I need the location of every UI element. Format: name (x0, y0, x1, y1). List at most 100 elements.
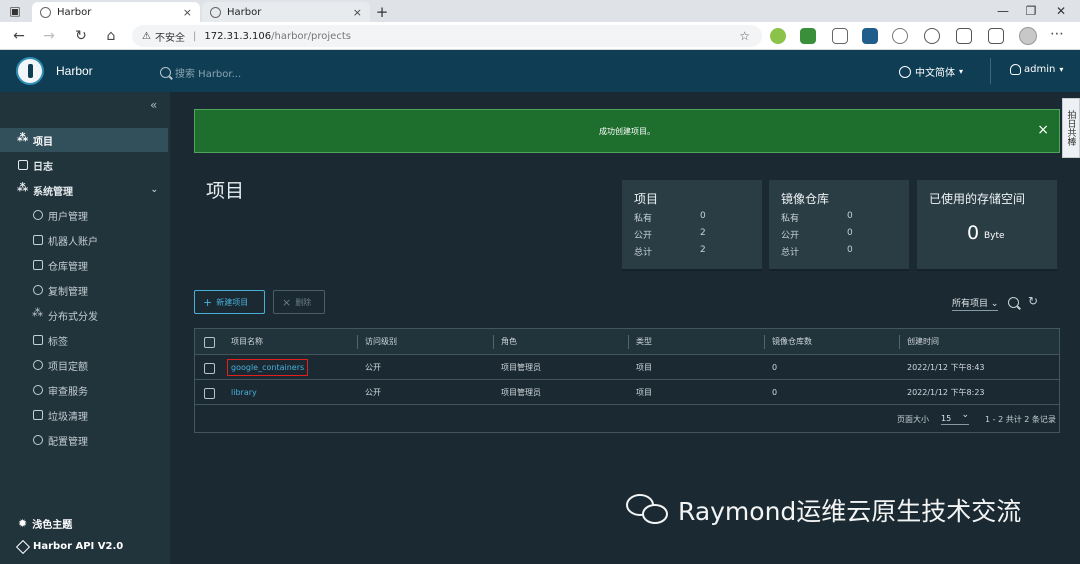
extension-icon[interactable] (862, 28, 878, 44)
logs-icon (18, 160, 28, 170)
new-tab-button[interactable]: + (372, 2, 392, 22)
table-row: google_containers 公开 项目管理员 项目 0 2022/1/1… (195, 355, 1059, 380)
collections-icon[interactable] (988, 28, 1004, 44)
column-header-access[interactable]: 访问级别 (357, 329, 397, 354)
language-label: 中文简体 (915, 68, 955, 79)
api-link[interactable]: Harbor API V2.0 (15, 539, 123, 554)
sidebar-item-quotas[interactable]: 项目定额 (0, 353, 168, 377)
extension-icon[interactable] (892, 28, 908, 44)
column-header-type[interactable]: 类型 (628, 329, 652, 354)
row-checkbox[interactable] (204, 363, 215, 374)
language-selector[interactable]: 中文简体 ▾ (899, 64, 963, 79)
close-icon[interactable]: × (1037, 122, 1049, 138)
button-label: 删除 (295, 297, 312, 307)
search-icon (160, 66, 171, 78)
wechat-bubble-small (642, 504, 668, 524)
harbor-logo-icon[interactable] (16, 57, 44, 85)
forward-icon[interactable]: → (36, 22, 62, 50)
sidebar-item-users[interactable]: 用户管理 (0, 203, 168, 227)
sidebar-item-administration[interactable]: 系统管理 ⌄ (0, 178, 168, 202)
global-search-input[interactable]: 搜索 Harbor... (160, 62, 320, 82)
browser-tab-1[interactable]: Harbor × (32, 2, 200, 22)
type-cell: 项目 (636, 387, 652, 397)
row-value: 0 (847, 211, 853, 221)
sidebar-item-label: 配置管理 (48, 436, 88, 448)
chevron-down-icon: ⌄ (150, 185, 158, 195)
sun-icon: ✹ (18, 517, 28, 530)
reload-icon[interactable]: ↻ (68, 22, 94, 50)
column-header-repo-count[interactable]: 镜像仓库数 (764, 329, 812, 354)
browser-tab-2[interactable]: Harbor × (202, 2, 370, 22)
sidebar-item-label: 复制管理 (48, 286, 88, 298)
button-label: 新建项目 (216, 297, 249, 307)
row-key: 总计 (634, 248, 653, 258)
project-link[interactable]: library (231, 388, 257, 397)
refresh-icon[interactable]: ↻ (1028, 294, 1038, 308)
search-placeholder: 搜索 Harbor... (175, 68, 242, 80)
favorite-star-icon[interactable]: ☆ (739, 29, 750, 43)
role-cell: 项目管理员 (501, 387, 541, 397)
sidebar-item-logs[interactable]: 日志 (0, 153, 168, 177)
close-window-icon[interactable]: ✕ (1046, 0, 1076, 22)
page-size-select[interactable]: 15 (941, 410, 969, 425)
sidebar-item-label: 仓库管理 (48, 261, 88, 273)
favorites-icon[interactable] (956, 28, 972, 44)
sidebar-item-labels[interactable]: 标签 (0, 328, 168, 352)
theme-toggle[interactable]: ✹ 浅色主题 (18, 516, 72, 531)
card-row: 公开 0 (781, 228, 901, 241)
table-row: library 公开 项目管理员 项目 0 2022/1/12 下午8:23 (195, 380, 1059, 405)
project-filter-select[interactable]: 所有项目 ⌄ (952, 296, 999, 311)
row-checkbox[interactable] (204, 388, 215, 399)
user-name: admin (1024, 64, 1056, 75)
repositories-summary-card: 镜像仓库 私有 0 公开 0 总计 0 (769, 180, 909, 269)
column-header-created[interactable]: 创建时间 (899, 329, 939, 354)
watermark: Raymond运维云原生技术交流 (626, 492, 1021, 528)
sidebar-item-configuration[interactable]: 配置管理 (0, 428, 168, 452)
sidebar-item-interrogation[interactable]: 审查服务 (0, 378, 168, 402)
project-link[interactable]: google_containers (227, 358, 309, 376)
url-separator: | (192, 30, 197, 42)
harbor-favicon-icon (40, 6, 51, 18)
header-divider (990, 58, 991, 84)
projects-icon (17, 131, 28, 145)
sidebar-item-registries[interactable]: 仓库管理 (0, 253, 168, 277)
sidebar-item-label: 分布式分发 (48, 311, 98, 323)
sidebar-item-label: 系统管理 (33, 186, 73, 198)
delete-button[interactable]: × 删除 (273, 290, 325, 314)
home-icon[interactable]: ⌂ (98, 22, 124, 50)
alert-message: 成功创建项目。 (599, 126, 655, 136)
column-header-role[interactable]: 角色 (493, 329, 517, 354)
table-footer: 页面大小 15 1 - 2 共计 2 条记录 (195, 405, 1059, 432)
sidebar-item-label: 项目定额 (48, 361, 88, 373)
search-icon[interactable] (1008, 297, 1019, 308)
sidebar-item-replications[interactable]: 复制管理 (0, 278, 168, 302)
watermark-text: Raymond运维云原生技术交流 (678, 497, 1022, 526)
extension-icon[interactable] (800, 28, 816, 44)
close-icon: × (282, 295, 292, 309)
extension-icon[interactable] (832, 28, 848, 44)
sidebar-item-robot-accounts[interactable]: 机器人账户 (0, 228, 168, 252)
theme-label: 浅色主题 (32, 520, 73, 531)
browser-profile-avatar[interactable] (1019, 27, 1037, 45)
browser-menu-icon[interactable]: ⋯ (1050, 26, 1064, 42)
extension-icon[interactable] (770, 28, 786, 44)
sidebar-item-projects[interactable]: 项目 (0, 128, 168, 152)
maximize-icon[interactable]: ❐ (1016, 0, 1046, 22)
sidebar-item-distributions[interactable]: 分布式分发 (0, 303, 168, 327)
sidebar-item-gc[interactable]: 垃圾清理 (0, 403, 168, 427)
url-field[interactable]: ⚠ 不安全 | 172.31.3.106 /harbor/projects ☆ (132, 25, 762, 47)
close-tab-icon[interactable]: × (353, 6, 362, 19)
close-tab-icon[interactable]: × (183, 6, 192, 19)
back-icon[interactable]: ← (6, 22, 32, 50)
app-name[interactable]: Harbor (56, 64, 93, 78)
extension-icon[interactable] (924, 28, 940, 44)
minimize-icon[interactable]: — (988, 0, 1018, 22)
column-header-name[interactable]: 项目名称 (231, 329, 263, 354)
user-menu[interactable]: admin ▾ (1010, 64, 1063, 75)
collapse-sidebar-icon[interactable]: « (150, 98, 157, 112)
window-menu-icon[interactable]: ▣ (0, 0, 30, 22)
new-project-button[interactable]: + 新建项目 (194, 290, 265, 314)
row-value: 2 (700, 228, 706, 238)
side-feedback-tab[interactable]: 拍日共棒 (1062, 98, 1080, 158)
select-all-checkbox[interactable] (204, 337, 215, 348)
